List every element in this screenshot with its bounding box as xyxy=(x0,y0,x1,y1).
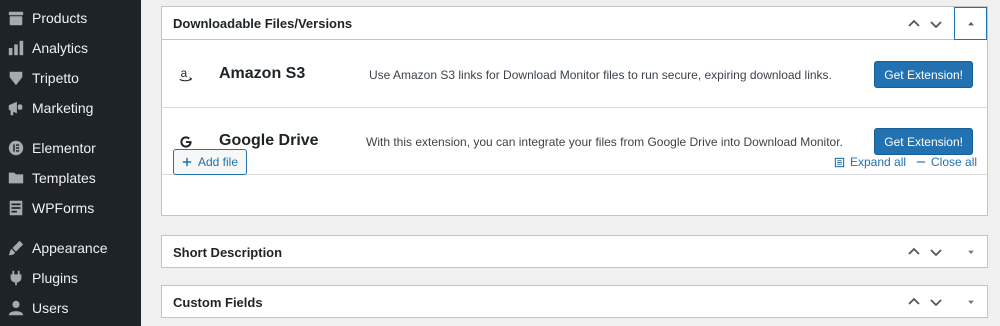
amazon-icon: a xyxy=(176,65,196,85)
short-description-panel: Short Description xyxy=(161,235,988,268)
menu-label: Marketing xyxy=(32,100,94,116)
chevron-up-icon xyxy=(908,247,920,255)
move-down-button[interactable] xyxy=(925,7,947,40)
analytics-icon xyxy=(6,38,26,58)
tripetto-icon xyxy=(6,68,26,88)
custom-fields-panel: Custom Fields xyxy=(161,285,988,318)
chevron-down-icon xyxy=(930,249,942,257)
move-down-button[interactable] xyxy=(925,236,947,268)
menu-item-marketing[interactable]: Marketing xyxy=(0,93,141,123)
menu-label: WPForms xyxy=(32,200,95,216)
downloadable-files-panel: Downloadable Files/Versions a Amazon S3 … xyxy=(161,6,988,216)
menu-item-appearance[interactable]: Appearance xyxy=(0,233,141,263)
close-all-link[interactable]: Close all xyxy=(916,155,977,169)
menu-item-products[interactable]: Products xyxy=(0,3,141,33)
add-file-label: Add file xyxy=(198,155,239,169)
menu-item-templates[interactable]: Templates xyxy=(0,163,141,193)
move-up-button[interactable] xyxy=(903,236,925,268)
menu-label: Users xyxy=(32,300,69,316)
panel-title: Downloadable Files/Versions xyxy=(173,15,353,31)
menu-label: Tripetto xyxy=(32,70,79,86)
menu-item-wpforms[interactable]: WPForms xyxy=(0,193,141,223)
menu-label: Analytics xyxy=(32,40,89,56)
menu-item-tripetto[interactable]: Tripetto xyxy=(0,63,141,93)
panel-header: Custom Fields xyxy=(162,286,987,318)
get-extension-button[interactable]: Get Extension! xyxy=(874,128,973,155)
menu-label: Plugins xyxy=(32,270,78,286)
plus-icon xyxy=(182,157,192,167)
chevron-up-icon xyxy=(908,19,920,27)
chevron-up-icon xyxy=(908,297,920,305)
menu-label: Templates xyxy=(32,170,96,186)
triangle-down-icon xyxy=(967,250,974,255)
panel-header: Downloadable Files/Versions xyxy=(162,7,987,40)
menu-label: Elementor xyxy=(32,140,96,156)
get-extension-button[interactable]: Get Extension! xyxy=(874,61,973,88)
toggle-panel-button[interactable] xyxy=(954,236,987,268)
panel-title: Short Description xyxy=(173,244,283,260)
elementor-icon xyxy=(6,138,26,158)
expand-all-link[interactable]: Expand all xyxy=(834,155,906,169)
chevron-down-icon xyxy=(930,20,942,28)
move-up-button[interactable] xyxy=(903,7,925,40)
wpforms-icon xyxy=(6,198,26,218)
svg-text:a: a xyxy=(181,67,188,80)
expand-icon xyxy=(834,157,845,167)
add-file-button[interactable]: Add file xyxy=(173,149,248,175)
folder-icon xyxy=(6,168,26,188)
panel-title: Custom Fields xyxy=(173,294,263,310)
chevron-down-icon xyxy=(930,299,942,307)
menu-item-plugins[interactable]: Plugins xyxy=(0,263,141,293)
move-up-button[interactable] xyxy=(903,286,925,318)
expand-all-label: Expand all xyxy=(850,155,907,169)
toggle-panel-button[interactable] xyxy=(954,7,987,40)
marketing-icon xyxy=(6,98,26,118)
extension-row-amazon-s3: a Amazon S3 Use Amazon S3 links for Down… xyxy=(162,41,987,108)
brush-icon xyxy=(6,238,26,258)
extension-name: Amazon S3 xyxy=(219,65,306,82)
triangle-down-icon xyxy=(967,300,974,305)
plug-icon xyxy=(6,268,26,288)
extension-description: Use Amazon S3 links for Download Monitor… xyxy=(369,68,832,82)
menu-item-users[interactable]: Users xyxy=(0,293,141,323)
extension-name: Google Drive xyxy=(219,132,319,149)
admin-sidebar: Products Analytics Tripetto Marketing El… xyxy=(0,0,141,326)
menu-label: Products xyxy=(32,10,88,26)
close-all-label: Close all xyxy=(931,155,978,169)
extension-description: With this extension, you can integrate y… xyxy=(366,135,843,149)
toggle-panel-button[interactable] xyxy=(954,286,987,318)
menu-label: Appearance xyxy=(32,240,108,256)
minus-icon xyxy=(916,161,926,163)
products-icon xyxy=(6,8,26,28)
menu-item-elementor[interactable]: Elementor xyxy=(0,133,141,163)
triangle-up-icon xyxy=(967,21,974,25)
move-down-button[interactable] xyxy=(925,286,947,318)
panel-header: Short Description xyxy=(162,236,987,268)
user-icon xyxy=(6,298,26,318)
menu-item-analytics[interactable]: Analytics xyxy=(0,33,141,63)
